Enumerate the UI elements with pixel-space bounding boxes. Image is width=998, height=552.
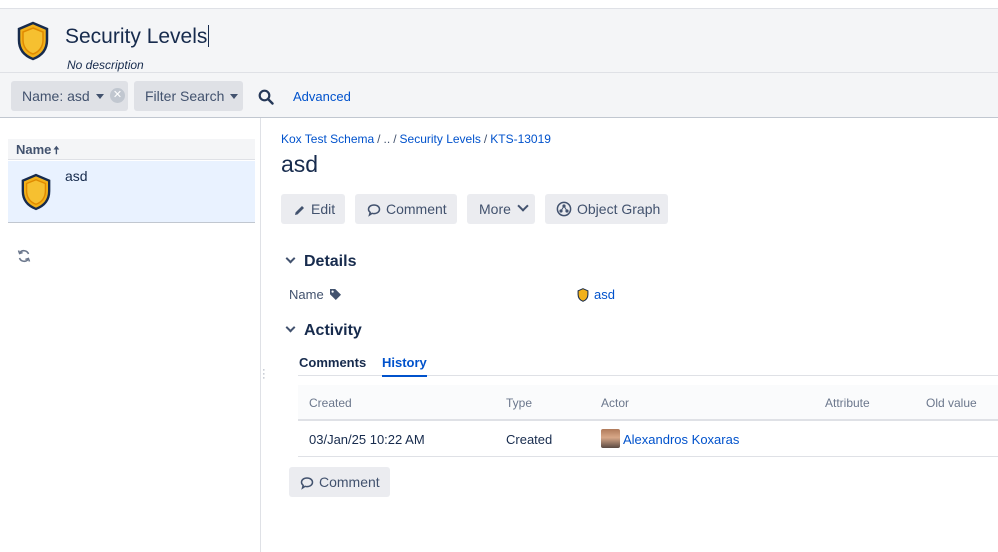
more-dropdown[interactable]: More <box>467 194 535 224</box>
list-column-header[interactable]: Name 🠅 <box>8 139 255 160</box>
breadcrumb-type[interactable]: Security Levels <box>400 132 481 146</box>
list-item-label: asd <box>65 168 88 184</box>
chevron-down-icon <box>230 94 239 99</box>
avatar <box>601 429 620 448</box>
text-cursor <box>208 25 210 47</box>
column-created: Created <box>309 396 352 410</box>
filter-bar: Name: asd ✕ Filter Search <box>0 73 998 118</box>
edit-label: Edit <box>311 201 336 217</box>
attribute-value-link[interactable]: asd <box>577 287 615 302</box>
sort-arrow-icon: 🠅 <box>53 145 60 157</box>
comment-label: Comment <box>386 201 447 217</box>
column-old-value: Old value <box>926 396 977 410</box>
comment-button[interactable]: Comment <box>355 194 457 224</box>
shield-icon <box>16 21 50 66</box>
activity-section-toggle[interactable]: Activity <box>285 322 362 340</box>
add-comment-label: Comment <box>319 474 380 490</box>
cell-type: Created <box>506 432 553 447</box>
object-graph-label: Object Graph <box>577 201 661 217</box>
more-label: More <box>479 201 511 217</box>
name-filter-label: Name: asd <box>22 88 90 104</box>
object-list-panel: Name 🠅 asd <box>0 118 261 552</box>
breadcrumb: Kox Test Schema /.. / Security Levels / KTS-1… <box>281 132 551 146</box>
advanced-search-link[interactable]: Advanced <box>293 89 351 104</box>
attribute-name-label: Name <box>289 287 324 302</box>
breadcrumb-ellipsis[interactable]: .. <box>384 132 391 146</box>
tab-comments[interactable]: Comments <box>299 355 366 370</box>
attribute-name: Name <box>289 287 342 302</box>
breadcrumb-key[interactable]: KTS-13019 <box>490 132 551 146</box>
details-heading: Details <box>304 253 357 270</box>
breadcrumb-separator: / <box>483 132 488 146</box>
comment-icon <box>300 477 314 490</box>
shield-icon <box>577 288 589 302</box>
attribute-value-label: asd <box>594 287 615 302</box>
chevron-down-icon <box>285 253 296 264</box>
activity-heading: Activity <box>304 322 362 339</box>
object-graph-icon <box>556 201 572 217</box>
comment-icon <box>367 204 381 217</box>
object-detail-panel: Kox Test Schema /.. / Security Levels / KTS-1… <box>261 118 998 552</box>
cell-created: 03/Jan/25 10:22 AM <box>309 432 425 447</box>
list-item[interactable]: asd <box>8 161 255 223</box>
edit-button[interactable]: Edit <box>281 194 345 224</box>
breadcrumb-schema[interactable]: Kox Test Schema <box>281 132 374 146</box>
shield-icon <box>20 173 52 216</box>
top-strip <box>0 0 998 9</box>
page-title-text: Security Levels <box>65 25 208 48</box>
filter-search-dropdown[interactable]: Filter Search <box>134 81 243 111</box>
chevron-down-icon <box>517 200 529 212</box>
column-name-label: Name <box>16 142 52 157</box>
page-description: No description <box>67 58 144 72</box>
add-comment-button[interactable]: Comment <box>289 467 390 497</box>
page-title[interactable]: Security Levels <box>65 25 210 49</box>
table-header: Created Type Actor Attribute Old value <box>298 385 998 421</box>
activity-tabs: Comments History <box>298 353 998 377</box>
page-header: Security Levels No description <box>0 9 998 73</box>
tag-icon <box>329 289 341 300</box>
column-attribute: Attribute <box>825 396 870 410</box>
chevron-down-icon <box>285 322 296 333</box>
filter-search-label: Filter Search <box>145 88 225 104</box>
object-graph-button[interactable]: Object Graph <box>545 194 668 224</box>
table-row: 03/Jan/25 10:22 AM Created Alexandros Ko… <box>298 421 998 457</box>
tab-history[interactable]: History <box>382 355 427 377</box>
name-filter-chip[interactable]: Name: asd ✕ <box>11 81 128 111</box>
actor-link[interactable]: Alexandros Koxaras <box>623 432 739 447</box>
breadcrumb-separator: / <box>377 132 381 146</box>
details-section-toggle[interactable]: Details <box>285 253 356 271</box>
search-icon[interactable] <box>258 89 274 110</box>
column-actor: Actor <box>601 396 630 410</box>
clear-filter-icon[interactable]: ✕ <box>110 88 125 103</box>
refresh-icon[interactable] <box>17 249 33 265</box>
chevron-down-icon <box>95 94 104 99</box>
object-title: asd <box>281 151 319 177</box>
column-type: Type <box>506 396 533 410</box>
pencil-icon <box>295 206 304 215</box>
breadcrumb-separator: / <box>393 132 397 146</box>
